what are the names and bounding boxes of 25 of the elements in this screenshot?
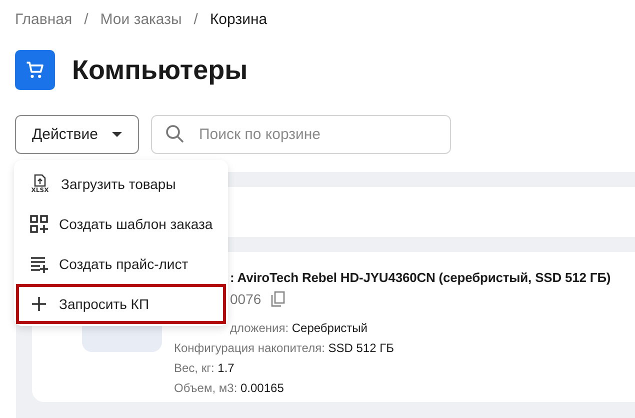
menu-item[interactable]: Создать прайс-лист [16, 244, 226, 284]
page-title: Компьютеры [72, 54, 248, 86]
product-property: Вес, кг: 1.7 [174, 360, 236, 377]
list-plus-icon [29, 254, 49, 274]
product-property: дложения: Серебристый [229, 320, 369, 337]
cart-icon [15, 50, 55, 90]
search-field[interactable]: Поиск по корзине [151, 115, 451, 154]
breadcrumb-link[interactable]: Главная [15, 10, 72, 28]
breadcrumb-separator: / [84, 10, 88, 28]
product-name: : AviroTech Rebel HD-JYU4360CN (серебристый, SSD 512 ГБ) [229, 270, 611, 285]
menu-item[interactable]: Запросить КП [16, 284, 226, 324]
file-upload-icon [34, 174, 46, 187]
copy-icon[interactable] [271, 291, 286, 307]
caret-icon [112, 132, 122, 138]
breadcrumb-separator: / [194, 10, 198, 28]
grid-plus-icon [29, 214, 49, 234]
breadcrumb-current: Корзина [210, 10, 268, 28]
breadcrumb-link[interactable]: Мои заказы [100, 10, 182, 28]
product-property: Конфигурация накопителя: SSD 512 ГБ [174, 340, 395, 357]
plus-icon [29, 294, 49, 314]
search-icon [165, 124, 185, 144]
action-dropdown-button[interactable]: Действие [15, 115, 139, 154]
product-property: Объем, м3: 0.00165 [174, 380, 285, 397]
product-code: 0076 [230, 291, 262, 307]
menu-item[interactable]: Создать шаблон заказа [16, 204, 226, 244]
